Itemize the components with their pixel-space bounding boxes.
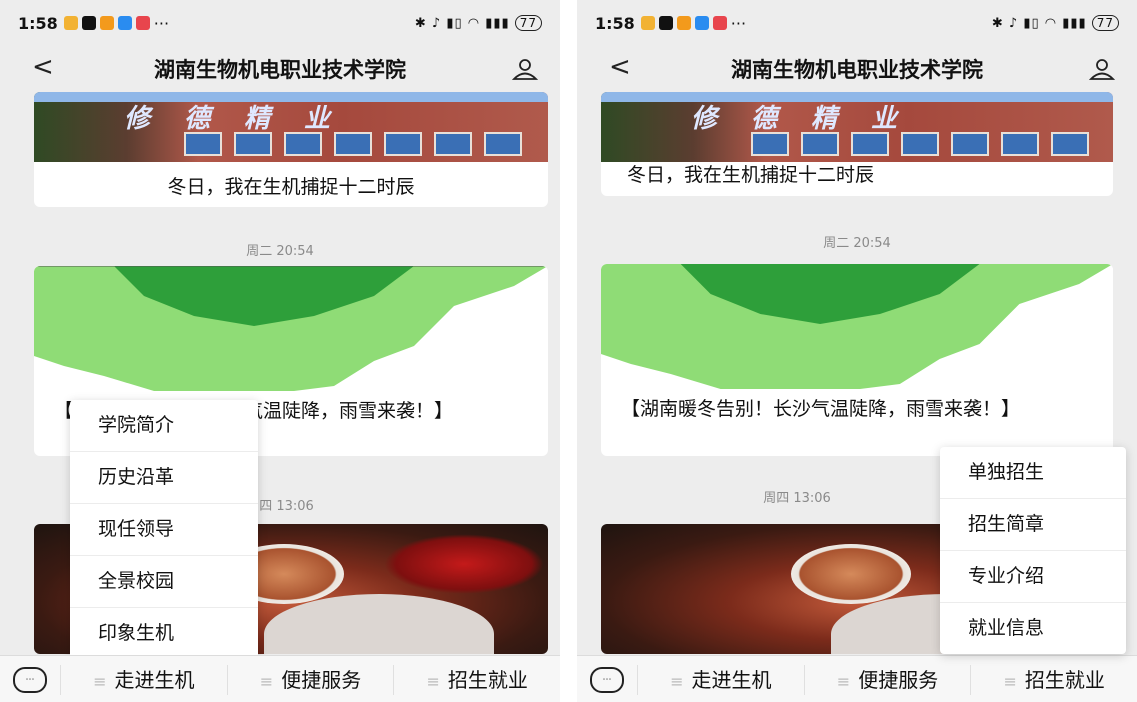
app-icon bbox=[712, 16, 727, 30]
title-bar: < 湖南生物机电职业技术学院 bbox=[0, 46, 560, 92]
app-icon bbox=[117, 16, 132, 30]
title-bar: < 湖南生物机电职业技术学院 bbox=[577, 46, 1137, 92]
banner-text: 修德精业 bbox=[124, 104, 365, 134]
status-bar: 1:58 ··· ✱ ♪ ▮▯ ◠ ▮▮▮ 77 bbox=[577, 0, 1137, 46]
menu-item-history[interactable]: 历史沿革 bbox=[70, 452, 258, 504]
status-bar: 1:58 ··· ✱ ♪ ▮▯ ◠ ▮▮▮ 77 bbox=[0, 0, 560, 46]
tiktok-icon bbox=[81, 16, 96, 30]
article-card-weather[interactable]: 【湖南暖冬告别！长沙气温陡降，雨雪来袭！】 bbox=[601, 264, 1113, 456]
signal-icon: ✱ ♪ ▮▯ ◠ ▮▮▮ bbox=[991, 15, 1087, 31]
chevron-left-icon[interactable]: < bbox=[32, 52, 54, 82]
app-icon bbox=[99, 16, 114, 30]
menu-item-employment-info[interactable]: 就业信息 bbox=[940, 603, 1126, 654]
bottom-menu-bar: ⋯ ≡ 走进生机 ≡ 便捷服务 ≡ 招生就业 bbox=[577, 655, 1137, 702]
tab-admissions[interactable]: ≡ 招生就业 bbox=[393, 664, 560, 695]
app-icon bbox=[694, 16, 709, 30]
battery-indicator: 77 bbox=[514, 15, 542, 31]
article-card-winter[interactable]: 修德精业 冬日，我在生机捕捉十二时辰 bbox=[601, 92, 1113, 196]
timestamp-tue: 周二 20:54 bbox=[246, 244, 314, 259]
chevron-left-icon[interactable]: < bbox=[609, 52, 631, 82]
app-icon bbox=[135, 16, 150, 30]
status-time: 1:58 bbox=[18, 13, 58, 33]
menu-item-intro[interactable]: 学院简介 bbox=[70, 400, 258, 452]
status-more: ··· bbox=[153, 13, 170, 33]
tab-services[interactable]: ≡ 便捷服务 bbox=[803, 664, 971, 695]
menu-item-impression[interactable]: 印象生机 bbox=[70, 608, 258, 659]
weather-map-image bbox=[601, 264, 1113, 389]
bottom-menu-bar: ⋯ ≡ 走进生机 ≡ 便捷服务 ≡ 招生就业 bbox=[0, 655, 560, 702]
menu-item-panorama[interactable]: 全景校园 bbox=[70, 556, 258, 608]
article-card-winter[interactable]: 修德精业 冬日，我在生机捕捉十二时辰 bbox=[34, 92, 548, 207]
article-caption: 【湖南暖冬告别！长沙气温陡降，雨雪来袭！】 bbox=[621, 398, 1021, 420]
tab-about[interactable]: ≡ 走进生机 bbox=[60, 664, 227, 695]
tab-services[interactable]: ≡ 便捷服务 bbox=[226, 664, 394, 695]
user-icon[interactable] bbox=[1089, 58, 1115, 80]
user-icon[interactable] bbox=[512, 58, 538, 80]
tiktok-icon bbox=[658, 16, 673, 30]
article-caption: 冬日，我在生机捕捉十二时辰 bbox=[167, 176, 415, 198]
phone-screen-left: 1:58 ··· ✱ ♪ ▮▯ ◠ ▮▮▮ 77 < 湖南生物机电职业技术学院 … bbox=[0, 0, 560, 702]
banner-text: 修德精业 bbox=[691, 104, 932, 134]
page-title: 湖南生物机电职业技术学院 bbox=[154, 58, 406, 82]
menu-item-leaders[interactable]: 现任领导 bbox=[70, 504, 258, 556]
campus-building-image: 修德精业 bbox=[34, 92, 548, 162]
battery-indicator: 77 bbox=[1091, 15, 1119, 31]
app-icon bbox=[676, 16, 691, 30]
notification-icon bbox=[640, 16, 655, 30]
status-time: 1:58 bbox=[595, 13, 635, 33]
popup-menu-admissions: 单独招生 招生简章 专业介绍 就业信息 bbox=[940, 447, 1126, 654]
tab-about[interactable]: ≡ 走进生机 bbox=[637, 664, 804, 695]
keyboard-icon[interactable]: ⋯ bbox=[577, 666, 637, 693]
popup-menu-intro: 学院简介 历史沿革 现任领导 全景校园 印象生机 bbox=[70, 400, 258, 659]
page-title: 湖南生物机电职业技术学院 bbox=[731, 58, 983, 82]
timestamp-tue: 周二 20:54 bbox=[823, 236, 891, 251]
notification-icon bbox=[63, 16, 78, 30]
signal-icon: ✱ ♪ ▮▯ ◠ ▮▮▮ bbox=[414, 15, 510, 31]
article-caption: 冬日，我在生机捕捉十二时辰 bbox=[627, 164, 875, 186]
tab-admissions[interactable]: ≡ 招生就业 bbox=[970, 664, 1137, 695]
status-more: ··· bbox=[730, 13, 747, 33]
keyboard-icon[interactable]: ⋯ bbox=[0, 666, 60, 693]
weather-map-image bbox=[34, 266, 548, 391]
menu-item-majors[interactable]: 专业介绍 bbox=[940, 551, 1126, 603]
menu-item-admission-brochure[interactable]: 招生简章 bbox=[940, 499, 1126, 551]
status-right-icons: ✱ ♪ ▮▯ ◠ ▮▮▮ 77 bbox=[415, 15, 542, 31]
menu-item-independent-enrollment[interactable]: 单独招生 bbox=[940, 447, 1126, 499]
status-right-icons: ✱ ♪ ▮▯ ◠ ▮▮▮ 77 bbox=[992, 15, 1119, 31]
campus-building-image: 修德精业 bbox=[601, 92, 1113, 162]
